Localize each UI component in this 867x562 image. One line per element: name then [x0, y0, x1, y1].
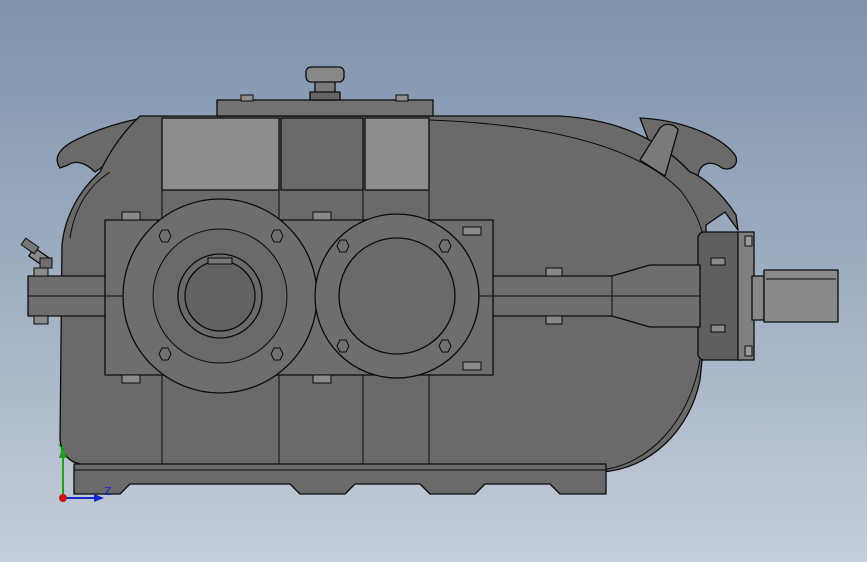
triad-origin [59, 494, 67, 502]
bearing-cap-right-inner [338, 237, 456, 355]
y-axis-label: Y [57, 442, 65, 455]
breather-base [309, 91, 341, 101]
cad-viewport[interactable]: Y Z [0, 0, 867, 562]
output-bore [184, 260, 256, 332]
inspection-cover [216, 99, 434, 117]
top-cover [216, 66, 434, 117]
shaft-hub [751, 275, 765, 321]
upper-panel-left [161, 117, 280, 191]
input-shaft-assembly [737, 231, 839, 361]
keyway [207, 257, 233, 265]
gearbox-drawing: Y Z [20, 66, 839, 502]
oil-level-plug [20, 237, 53, 269]
upper-panel-middle [280, 117, 364, 191]
breather-cap [305, 66, 345, 83]
input-shaft [763, 269, 839, 323]
base-frame [73, 463, 607, 495]
z-axis-label: Z [104, 485, 112, 498]
base-plate [73, 463, 607, 495]
upper-panel-right [364, 117, 430, 191]
